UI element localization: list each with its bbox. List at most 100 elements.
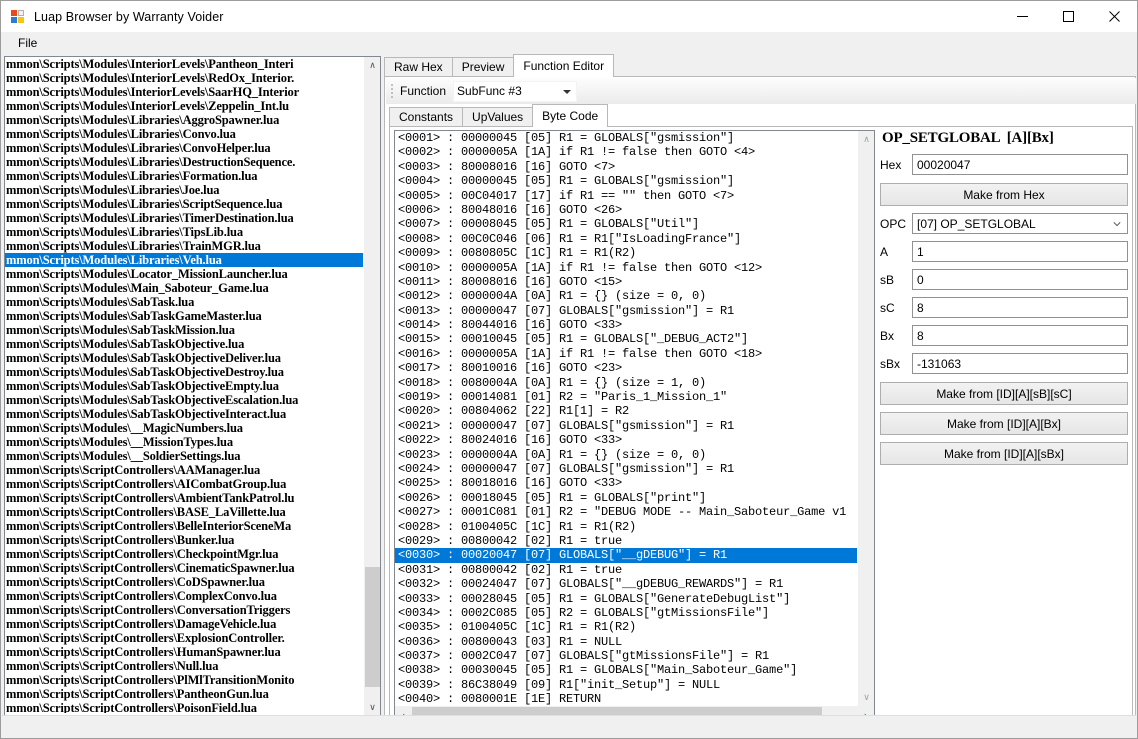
file-list-item[interactable]: mmon\Scripts\ScriptControllers\ComplexCo…: [5, 589, 365, 603]
file-list-item[interactable]: mmon\Scripts\ScriptControllers\Bunker.lu…: [5, 533, 365, 547]
bytecode-vertical-scrollbar[interactable]: ∧ ∨: [857, 131, 874, 706]
inner-tab-upvalues[interactable]: UpValues: [462, 107, 534, 127]
file-list-item[interactable]: mmon\Scripts\Modules\SabTaskObjectiveEmp…: [5, 379, 365, 393]
menu-item-file[interactable]: File: [9, 33, 46, 53]
bytecode-row[interactable]: <0022> : 80024016 [16] GOTO <33>: [395, 433, 857, 447]
bytecode-row[interactable]: <0039> : 86C38049 [09] R1["init_Setup"] …: [395, 678, 857, 692]
bytecode-row[interactable]: <0040> : 0080001E [1E] RETURN: [395, 692, 857, 706]
outer-tab-function-editor[interactable]: Function Editor: [513, 54, 615, 77]
file-list-item[interactable]: mmon\Scripts\Modules\InteriorLevels\Pant…: [5, 57, 365, 71]
file-list-item[interactable]: mmon\Scripts\Modules\Libraries\ConvoHelp…: [5, 141, 365, 155]
bytecode-row[interactable]: <0020> : 00804062 [22] R1[1] = R2: [395, 404, 857, 418]
sbx-field[interactable]: -131063: [912, 353, 1128, 374]
hex-field[interactable]: 00020047: [912, 154, 1128, 175]
file-list-item[interactable]: mmon\Scripts\ScriptControllers\HumanSpaw…: [5, 645, 365, 659]
bytecode-row[interactable]: <0025> : 80018016 [16] GOTO <33>: [395, 476, 857, 490]
close-button[interactable]: [1091, 1, 1137, 32]
file-list-item[interactable]: mmon\Scripts\Modules\Libraries\TrainMGR.…: [5, 239, 365, 253]
file-list-item[interactable]: mmon\Scripts\Modules\SabTaskObjectiveDes…: [5, 365, 365, 379]
file-list-item[interactable]: mmon\Scripts\ScriptControllers\BASE_LaVi…: [5, 505, 365, 519]
file-list-item[interactable]: mmon\Scripts\Modules\Libraries\Convo.lua: [5, 127, 365, 141]
opc-combobox[interactable]: [07] OP_SETGLOBAL: [912, 213, 1128, 234]
bytecode-row[interactable]: <0032> : 00024047 [07] GLOBALS["__gDEBUG…: [395, 577, 857, 591]
make-from-a-bx-button[interactable]: Make from [ID][A][Bx]: [880, 412, 1128, 435]
bytecode-row[interactable]: <0004> : 00000045 [05] R1 = GLOBALS["gsm…: [395, 174, 857, 188]
make-from-hex-button[interactable]: Make from Hex: [880, 183, 1128, 206]
file-list-item[interactable]: mmon\Scripts\ScriptControllers\PantheonG…: [5, 687, 365, 701]
bytecode-row[interactable]: <0006> : 80048016 [16] GOTO <26>: [395, 203, 857, 217]
file-list-item[interactable]: mmon\Scripts\Modules\Main_Saboteur_Game.…: [5, 281, 365, 295]
file-list-item[interactable]: mmon\Scripts\Modules\__MagicNumbers.lua: [5, 421, 365, 435]
bytecode-row[interactable]: <0019> : 00014081 [01] R2 = "Paris_1_Mis…: [395, 390, 857, 404]
outer-tab-raw-hex[interactable]: Raw Hex: [384, 57, 453, 77]
scroll-down-arrow[interactable]: ∨: [858, 689, 874, 706]
file-list-item[interactable]: mmon\Scripts\ScriptControllers\Conversat…: [5, 603, 365, 617]
sc-field[interactable]: 8: [912, 297, 1128, 318]
bytecode-row[interactable]: <0016> : 0000005A [1A] if R1 != false th…: [395, 347, 857, 361]
make-from-a-sb-sc-button[interactable]: Make from [ID][A][sB][sC]: [880, 382, 1128, 405]
outer-tab-preview[interactable]: Preview: [451, 57, 515, 77]
file-list-item[interactable]: mmon\Scripts\Modules\SabTaskMission.lua: [5, 323, 365, 337]
file-list-item[interactable]: mmon\Scripts\ScriptControllers\AmbientTa…: [5, 491, 365, 505]
maximize-button[interactable]: [1045, 1, 1091, 32]
file-list-item[interactable]: mmon\Scripts\Modules\SabTask.lua: [5, 295, 365, 309]
bytecode-row[interactable]: <0036> : 00800043 [03] R1 = NULL: [395, 635, 857, 649]
bytecode-row[interactable]: <0029> : 00800042 [02] R1 = true: [395, 534, 857, 548]
file-list-item[interactable]: mmon\Scripts\ScriptControllers\Cinematic…: [5, 561, 365, 575]
file-list-item[interactable]: mmon\Scripts\ScriptControllers\BelleInte…: [5, 519, 365, 533]
file-list[interactable]: mmon\Scripts\Modules\InteriorLevels\Pant…: [5, 57, 365, 713]
file-list-vertical-scrollbar[interactable]: ∧ ∨: [363, 57, 380, 716]
bytecode-row[interactable]: <0038> : 00030045 [05] R1 = GLOBALS["Mai…: [395, 663, 857, 677]
file-list-item[interactable]: mmon\Scripts\Modules\Locator_MissionLaun…: [5, 267, 365, 281]
file-list-item[interactable]: mmon\Scripts\Modules\InteriorLevels\Saar…: [5, 85, 365, 99]
file-list-item[interactable]: mmon\Scripts\Modules\Libraries\TipsLib.l…: [5, 225, 365, 239]
bytecode-row[interactable]: <0007> : 00008045 [05] R1 = GLOBALS["Uti…: [395, 217, 857, 231]
file-list-item[interactable]: mmon\Scripts\Modules\Libraries\Joe.lua: [5, 183, 365, 197]
bytecode-row[interactable]: <0028> : 0100405C [1C] R1 = R1(R2): [395, 520, 857, 534]
bytecode-row[interactable]: <0037> : 0002C047 [07] GLOBALS["gtMissio…: [395, 649, 857, 663]
file-list-item[interactable]: mmon\Scripts\Modules\SabTaskObjective.lu…: [5, 337, 365, 351]
file-list-item[interactable]: mmon\Scripts\Modules\SabTaskObjectiveDel…: [5, 351, 365, 365]
bytecode-row[interactable]: <0012> : 0000004A [0A] R1 = {} (size = 0…: [395, 289, 857, 303]
bytecode-row[interactable]: <0014> : 80044016 [16] GOTO <33>: [395, 318, 857, 332]
file-list-item[interactable]: mmon\Scripts\Modules\Libraries\AggroSpaw…: [5, 113, 365, 127]
file-list-item[interactable]: mmon\Scripts\ScriptControllers\AAManager…: [5, 463, 365, 477]
bytecode-row[interactable]: <0018> : 0080004A [0A] R1 = {} (size = 1…: [395, 376, 857, 390]
bytecode-row[interactable]: <0009> : 0080805C [1C] R1 = R1(R2): [395, 246, 857, 260]
bytecode-row[interactable]: <0027> : 0001C081 [01] R2 = "DEBUG MODE …: [395, 505, 857, 519]
bytecode-row[interactable]: <0005> : 00C04017 [17] if R1 == "" then …: [395, 189, 857, 203]
file-list-item[interactable]: mmon\Scripts\Modules\Libraries\ScriptSeq…: [5, 197, 365, 211]
bytecode-row[interactable]: <0021> : 00000047 [07] GLOBALS["gsmissio…: [395, 419, 857, 433]
inner-tab-constants[interactable]: Constants: [389, 107, 464, 127]
file-list-item[interactable]: mmon\Scripts\Modules\InteriorLevels\RedO…: [5, 71, 365, 85]
make-from-a-sbx-button[interactable]: Make from [ID][A][sBx]: [880, 442, 1128, 465]
bytecode-row[interactable]: <0024> : 00000047 [07] GLOBALS["gsmissio…: [395, 462, 857, 476]
bytecode-row[interactable]: <0034> : 0002C085 [05] R2 = GLOBALS["gtM…: [395, 606, 857, 620]
bytecode-row[interactable]: <0008> : 00C0C046 [06] R1 = R1["IsLoadin…: [395, 232, 857, 246]
file-list-item[interactable]: mmon\Scripts\ScriptControllers\PlMlTrans…: [5, 673, 365, 687]
file-list-item[interactable]: mmon\Scripts\Modules\SabTaskObjectiveInt…: [5, 407, 365, 421]
bytecode-row[interactable]: <0017> : 80010016 [16] GOTO <23>: [395, 361, 857, 375]
toolstrip-grip-icon[interactable]: [388, 82, 396, 100]
bytecode-row[interactable]: <0015> : 00010045 [05] R1 = GLOBALS["_DE…: [395, 332, 857, 346]
inner-tab-byte-code[interactable]: Byte Code: [532, 104, 609, 127]
file-list-item[interactable]: mmon\Scripts\ScriptControllers\Checkpoin…: [5, 547, 365, 561]
file-list-item[interactable]: mmon\Scripts\Modules\Libraries\Veh.lua: [5, 253, 363, 267]
bytecode-row[interactable]: <0010> : 0000005A [1A] if R1 != false th…: [395, 261, 857, 275]
file-list-item[interactable]: mmon\Scripts\ScriptControllers\CoDSpawne…: [5, 575, 365, 589]
bytecode-row[interactable]: <0033> : 00028045 [05] R1 = GLOBALS["Gen…: [395, 592, 857, 606]
file-list-item[interactable]: mmon\Scripts\Modules\Libraries\Destructi…: [5, 155, 365, 169]
bx-field[interactable]: 8: [912, 325, 1128, 346]
bytecode-row[interactable]: <0011> : 80008016 [16] GOTO <15>: [395, 275, 857, 289]
scroll-up-arrow[interactable]: ∧: [364, 57, 380, 74]
file-list-item[interactable]: mmon\Scripts\Modules\SabTaskObjectiveEsc…: [5, 393, 365, 407]
scroll-down-arrow[interactable]: ∨: [364, 699, 380, 716]
sb-field[interactable]: 0: [912, 269, 1128, 290]
bytecode-row[interactable]: <0035> : 0100405C [1C] R1 = R1(R2): [395, 620, 857, 634]
file-list-item[interactable]: mmon\Scripts\ScriptControllers\Explosion…: [5, 631, 365, 645]
a-field[interactable]: 1: [912, 241, 1128, 262]
file-list-item[interactable]: mmon\Scripts\ScriptControllers\Null.lua: [5, 659, 365, 673]
scroll-up-arrow[interactable]: ∧: [858, 131, 874, 148]
file-list-item[interactable]: mmon\Scripts\Modules\__SoldierSettings.l…: [5, 449, 365, 463]
function-combobox[interactable]: SubFunc #3: [453, 80, 578, 102]
